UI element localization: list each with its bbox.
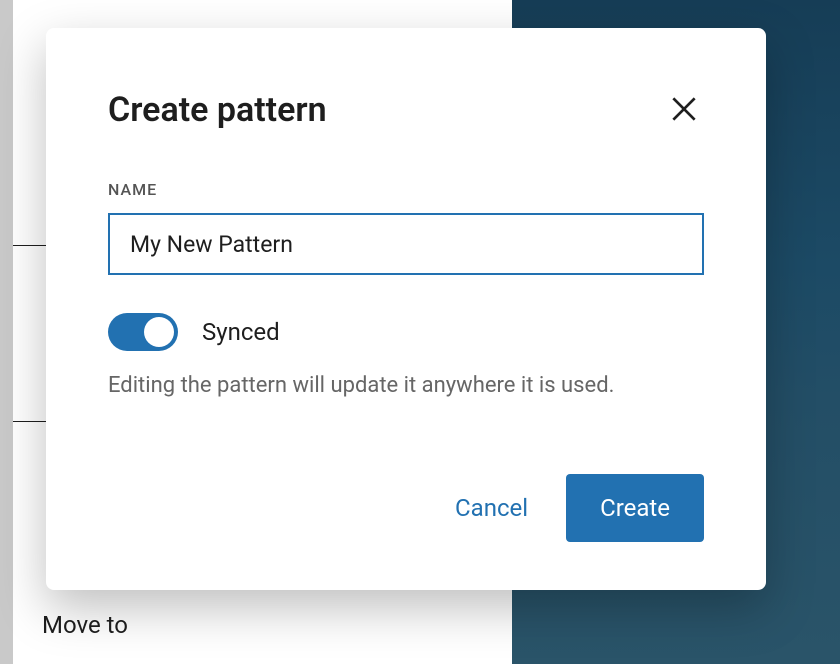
toggle-knob [144,317,174,347]
close-button[interactable] [664,90,704,130]
modal-header: Create pattern [108,90,704,130]
close-icon [668,93,700,128]
pattern-name-input[interactable] [108,213,704,275]
cancel-button[interactable]: Cancel [447,476,536,540]
synced-toggle-row: Synced [108,313,704,351]
synced-helper-text: Editing the pattern will update it anywh… [108,371,704,402]
create-button[interactable]: Create [566,474,704,542]
synced-toggle[interactable] [108,313,178,351]
name-field-label: NAME [108,180,704,199]
synced-toggle-label: Synced [202,318,280,346]
modal-title: Create pattern [108,90,327,130]
modal-actions: Cancel Create [108,474,704,542]
modal-overlay: Create pattern NAME Synced Editing the p… [0,0,840,664]
create-pattern-modal: Create pattern NAME Synced Editing the p… [46,28,766,590]
